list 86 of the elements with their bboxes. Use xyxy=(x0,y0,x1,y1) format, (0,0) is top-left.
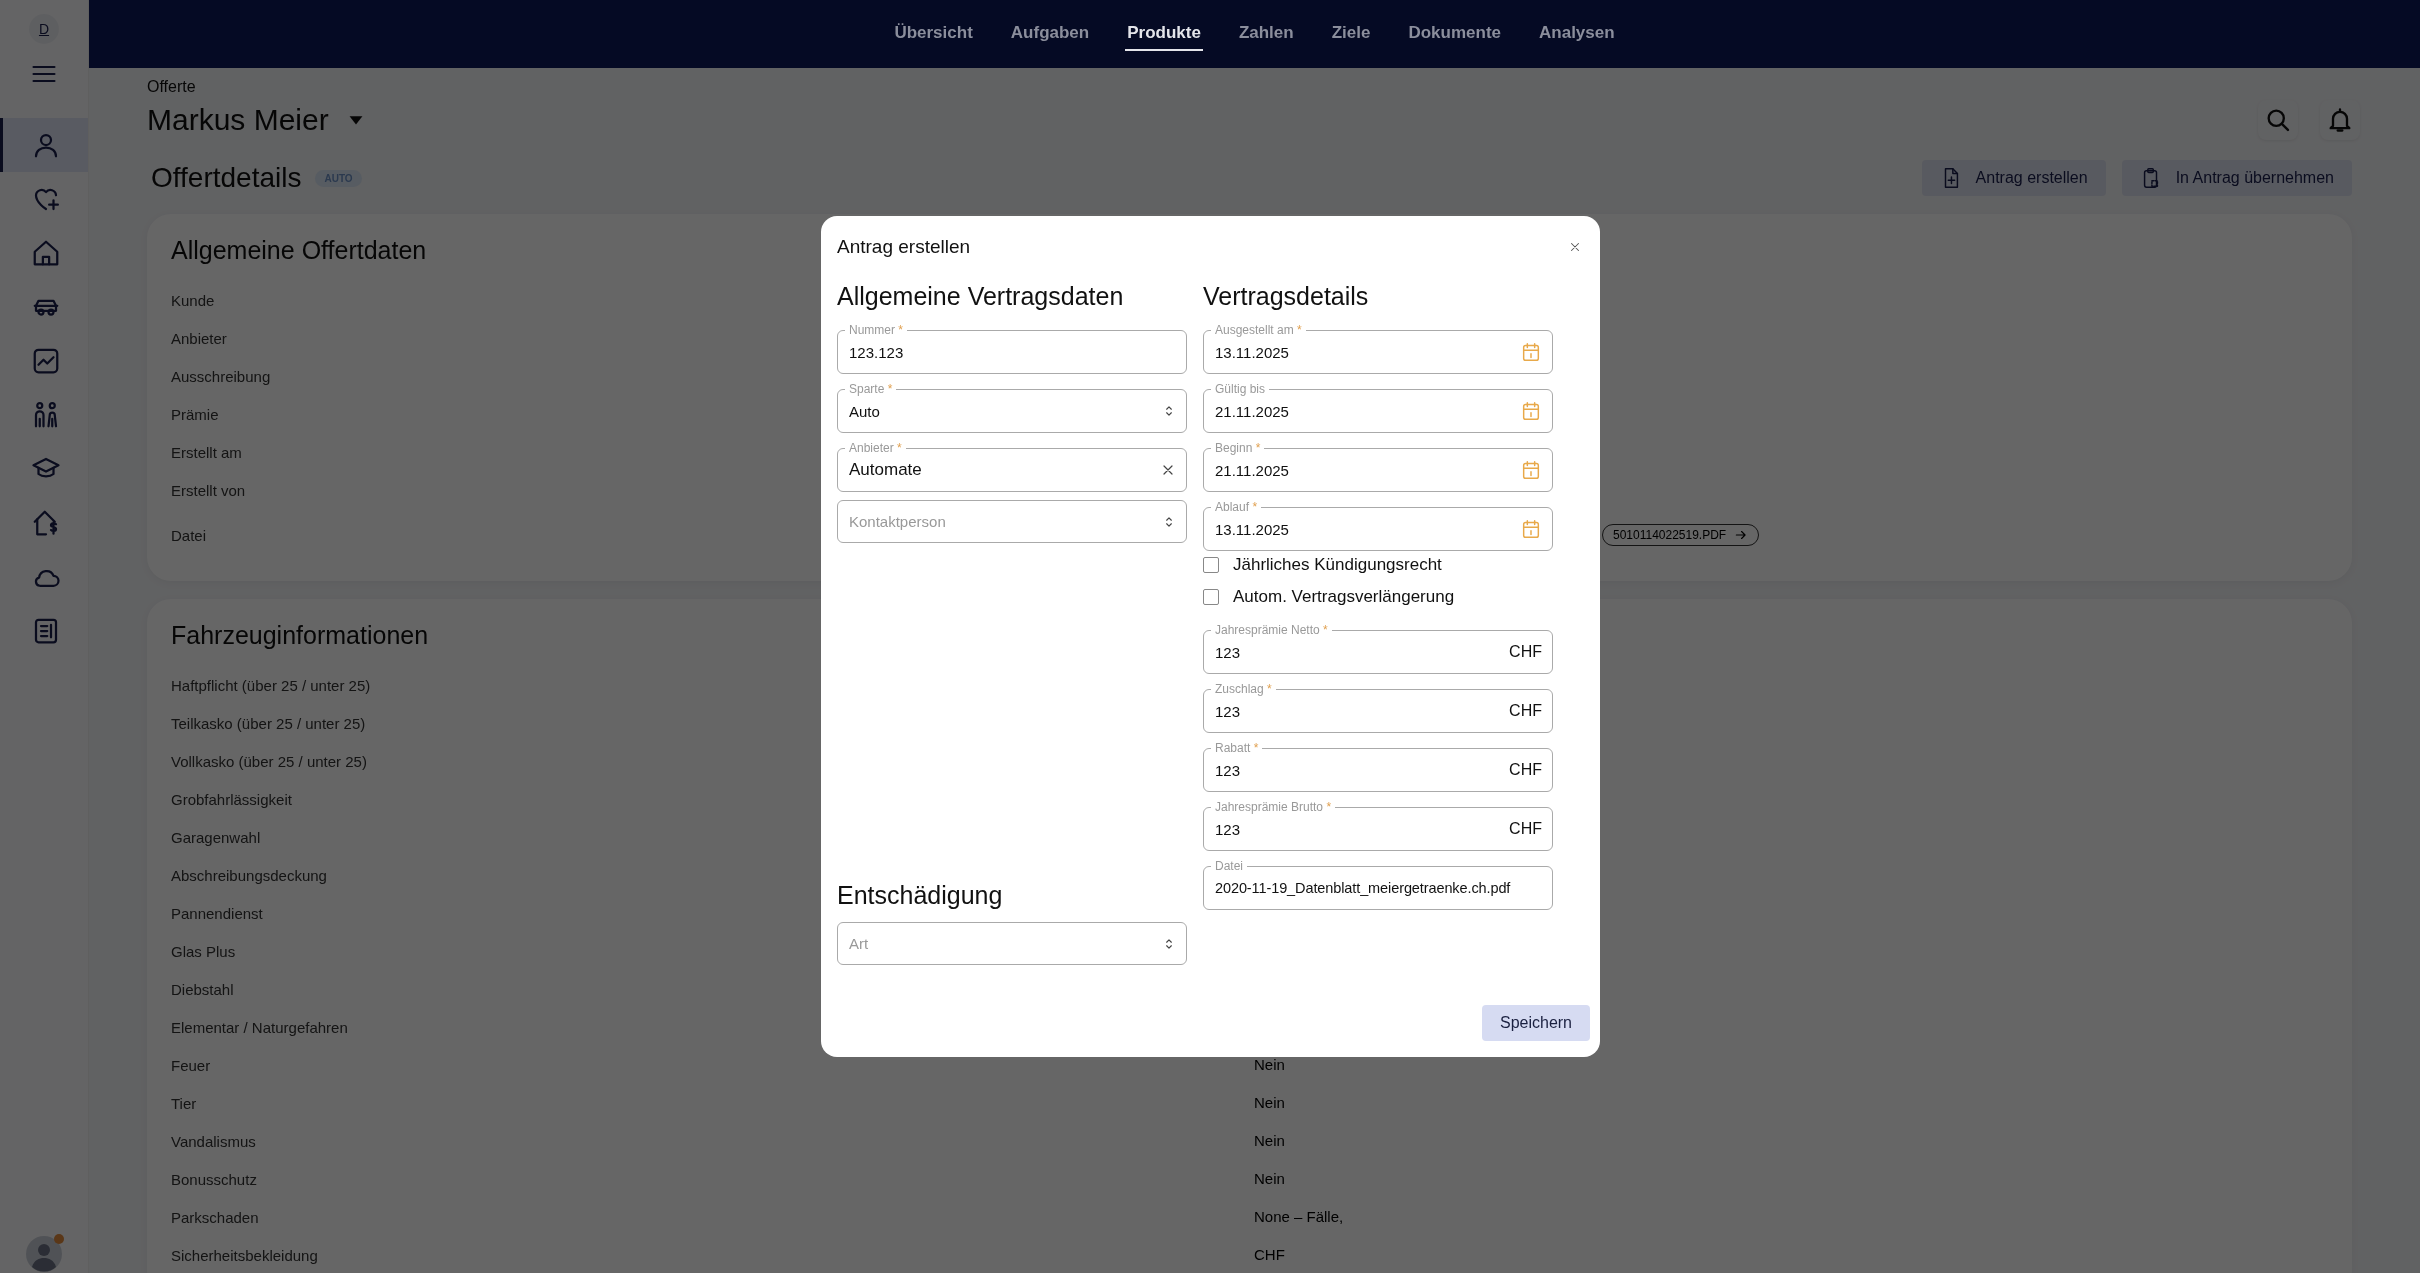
checkbox-label: Autom. Vertragsverlängerung xyxy=(1233,587,1455,607)
field-label: Prämie xyxy=(171,405,219,423)
field-label: Jahresprämie Netto * xyxy=(1214,623,1329,637)
card-title: Fahrzeuginformationen xyxy=(171,621,429,650)
amount-field[interactable]: Zuschlag * 123 CHF xyxy=(1203,682,1553,733)
checkbox-label: Jährliches Kündigungsrecht xyxy=(1233,555,1442,575)
field-label: Gültig bis xyxy=(1214,382,1267,396)
field-label: Beginn * xyxy=(1214,441,1262,455)
field-label: Datei xyxy=(1214,859,1244,873)
field-value: Nein xyxy=(1254,1056,1285,1073)
field-label: Bonusschutz xyxy=(171,1170,257,1188)
field-label: Zuschlag * xyxy=(1214,682,1273,696)
currency-suffix: CHF xyxy=(1509,820,1542,838)
section-heading: Entschädigung xyxy=(837,881,1003,909)
field-label: Kunde xyxy=(171,291,215,309)
sidebar-item[interactable] xyxy=(0,118,88,172)
field-label: Glas Plus xyxy=(171,942,236,960)
field-label: Teilkasko (über 25 / unter 25) xyxy=(171,714,366,732)
select-field[interactable]: Anbieter * Automate xyxy=(837,441,1187,492)
field-label: Feuer xyxy=(171,1056,211,1074)
checkbox[interactable] xyxy=(1203,589,1219,605)
field-label: Datei xyxy=(171,526,207,544)
field-value: Nein xyxy=(1254,1132,1285,1149)
field-label: Anbieter xyxy=(171,329,227,347)
field-value: Nein xyxy=(1254,1170,1285,1187)
field-label: Haftpflicht (über 25 / unter 25) xyxy=(171,676,371,694)
field-label: Tier xyxy=(171,1094,197,1112)
field-label: Anbieter * xyxy=(848,441,903,455)
field-label: Rabatt * xyxy=(1214,741,1260,755)
field-label: Parkschaden xyxy=(171,1208,259,1226)
field-label: Pannendienst xyxy=(171,904,263,922)
checkbox[interactable] xyxy=(1203,557,1219,573)
currency-suffix: CHF xyxy=(1509,761,1542,779)
calendar-icon xyxy=(1520,400,1542,422)
field-label: Vollkasko (über 25 / unter 25) xyxy=(171,752,367,770)
amount-field[interactable]: Jahresprämie Brutto * 123 CHF xyxy=(1203,800,1553,851)
field-label: Ausgestellt am * xyxy=(1214,323,1303,337)
nav-tab[interactable]: Dokumente xyxy=(1406,17,1503,51)
nav-tab[interactable]: Ziele xyxy=(1329,17,1373,51)
field-value: CHF xyxy=(1254,1246,1285,1263)
input-field[interactable]: Nummer * 123.123 xyxy=(837,323,1187,374)
field-label: Erstellt von xyxy=(171,481,246,499)
field-label: Abschreibungsdeckung xyxy=(171,866,327,884)
field-label: Vandalismus xyxy=(171,1132,256,1150)
field-value: None – Fälle, xyxy=(1254,1208,1344,1225)
amount-field[interactable]: Jahresprämie Netto * 123 CHF xyxy=(1203,623,1553,674)
currency-suffix: CHF xyxy=(1509,702,1542,720)
field-value: Nein xyxy=(1254,1094,1285,1111)
section-title: Offertdetails xyxy=(151,162,302,194)
field-label: Erstellt am xyxy=(171,443,242,461)
field-label: Ausschreibung xyxy=(171,367,271,385)
nav-tab[interactable]: Produkte xyxy=(1125,17,1203,51)
input-field[interactable]: Datei 2020-11-19_Datenblatt_meiergetraenke.ch.pdf xyxy=(1203,859,1553,910)
nav-tab[interactable]: Zahlen xyxy=(1236,17,1296,51)
calendar-icon xyxy=(1520,518,1542,540)
amount-field[interactable]: Rabatt * 123 CHF xyxy=(1203,741,1553,792)
nav-tab[interactable]: Analysen xyxy=(1537,17,1617,51)
notification-dot xyxy=(54,1234,64,1244)
section-heading: Allgemeine Vertragsdaten xyxy=(837,282,1124,310)
date-field[interactable]: Gültig bis 21.11.2025 xyxy=(1203,382,1553,433)
date-field[interactable]: Beginn * 21.11.2025 xyxy=(1203,441,1553,492)
field-label: Grobfahrlässigkeit xyxy=(171,790,292,808)
calendar-icon xyxy=(1520,459,1542,481)
date-field[interactable]: Ausgestellt am * 13.11.2025 xyxy=(1203,323,1553,374)
field-label: Diebstahl xyxy=(171,980,234,998)
section-heading: Vertragsdetails xyxy=(1203,282,1369,310)
date-field[interactable]: Ablauf * 13.11.2025 xyxy=(1203,500,1553,551)
field-label: Garagenwahl xyxy=(171,828,261,846)
field-label: Ablauf * xyxy=(1214,500,1259,514)
field-label: Sicherheitsbekleidung xyxy=(171,1246,318,1264)
user-avatar[interactable] xyxy=(26,1236,62,1272)
field-label: Elementar / Naturgefahren xyxy=(171,1018,348,1036)
dialog-title: Antrag erstellen xyxy=(837,236,971,258)
field-label: Sparte * xyxy=(848,382,894,396)
field-label: Jahresprämie Brutto * xyxy=(1214,800,1333,814)
customer-name: Markus Meier xyxy=(147,103,329,137)
save-button[interactable]: Speichern xyxy=(1482,1005,1590,1041)
nav-tab[interactable]: Übersicht xyxy=(892,17,975,51)
calendar-icon xyxy=(1520,341,1542,363)
select-field[interactable]: Sparte * Auto xyxy=(837,382,1187,433)
nav-tab[interactable]: Aufgaben xyxy=(1008,17,1092,51)
card-title: Allgemeine Offertdaten xyxy=(171,236,427,265)
field-label: Nummer * xyxy=(848,323,905,337)
arrow-icon xyxy=(1734,528,1749,542)
currency-suffix: CHF xyxy=(1509,643,1542,661)
close-icon xyxy=(1568,240,1582,254)
